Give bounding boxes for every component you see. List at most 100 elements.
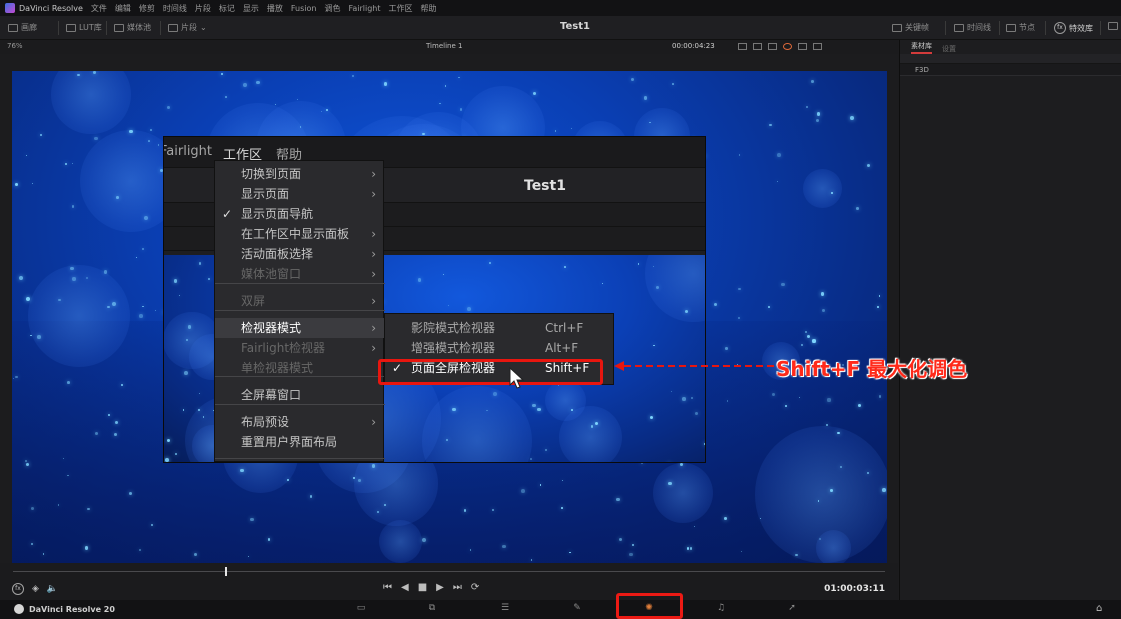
resolve-logo-icon <box>14 604 24 614</box>
menu-timeline[interactable]: 时间线 <box>163 3 187 14</box>
last-frame-icon[interactable]: ⏭ <box>453 582 462 593</box>
zoom-level[interactable]: 76% <box>7 42 23 50</box>
highlight-box <box>378 359 603 385</box>
menu-fairlight[interactable]: Fairlight <box>348 4 380 13</box>
viewer-mode-item[interactable]: 影院模式检视器 Ctrl+F <box>385 318 615 338</box>
chevron-right-icon: › <box>371 167 376 181</box>
menubar: DaVinci Resolve 文件 编辑 修剪 时间线 片段 标记 显示 播放… <box>0 0 1121 16</box>
workspace-menu-item[interactable]: 显示页面 › <box>215 184 385 204</box>
volume-icon[interactable]: 🔈 <box>47 584 58 594</box>
shortcut-label: Ctrl+F <box>545 321 584 335</box>
chevron-right-icon: › <box>371 247 376 261</box>
fx-bypass-icon[interactable]: fx <box>12 583 24 595</box>
chevron-right-icon: › <box>371 415 376 429</box>
lightbox-button[interactable] <box>1108 22 1118 30</box>
fx-icon: fx <box>1054 22 1066 34</box>
workspace-menu: 切换到页面 › 显示页面 › ✓ 显示页面导航 在工作区中显示面板 › 活动面板选择 › 媒体池窗口… <box>214 160 385 462</box>
play-icon[interactable]: ▶ <box>436 582 444 593</box>
layers-icon[interactable]: ◈ <box>32 584 39 594</box>
color-page-highlight <box>616 593 683 619</box>
tab-media-library[interactable]: 素材库 <box>911 41 932 54</box>
workspace-menu-item[interactable]: 切换到页面 › <box>215 164 385 184</box>
menu-trim[interactable]: 修剪 <box>139 3 155 14</box>
chevron-right-icon: › <box>371 341 376 355</box>
effects-button[interactable]: fx 特效库 <box>1054 22 1093 34</box>
toolbar: 画廊 LUT库 媒体池 片段 ⌄ Test1 关键帧 时间线 节点 fx 特效库 <box>0 16 1121 40</box>
viewer-layout-icon[interactable] <box>738 43 747 50</box>
reverse-icon[interactable]: ◀ <box>401 582 409 593</box>
davinci-logo-icon <box>5 3 15 13</box>
menu-help[interactable]: 帮助 <box>421 3 437 14</box>
fairlight-page-icon[interactable]: ♫ <box>714 603 728 615</box>
menu-edit[interactable]: 编辑 <box>115 3 131 14</box>
workspace-menu-item[interactable]: 重置用户界面布局 <box>215 432 385 452</box>
color-picker-icon[interactable] <box>783 43 792 50</box>
first-frame-icon[interactable]: ⏮ <box>383 582 392 593</box>
menu-workspace[interactable]: 工作区 <box>389 3 413 14</box>
deliver-page-icon[interactable]: ➚ <box>785 603 799 615</box>
menu-clip[interactable]: 片段 <box>195 3 211 14</box>
right-panel-tabs: 素材库 设置 <box>900 40 1121 54</box>
record-timecode: 01:00:03:11 <box>824 584 885 594</box>
viewer-header: 76% Timeline 1 00:00:04:23 <box>0 40 898 54</box>
menu-playback[interactable]: 播放 <box>267 3 283 14</box>
brand: DaVinci Resolve 20 <box>14 604 115 614</box>
keyframes-button[interactable]: 关键帧 <box>892 22 929 33</box>
bin-name[interactable]: F3D <box>900 64 1121 76</box>
lightbox-icon <box>1108 22 1118 30</box>
playhead[interactable] <box>225 567 227 576</box>
highlight-icon[interactable] <box>768 43 777 50</box>
chevron-right-icon: › <box>371 321 376 335</box>
menu-color[interactable]: 调色 <box>324 3 340 14</box>
tab-settings[interactable]: 设置 <box>942 44 956 54</box>
workspace-menu-item: 媒体池窗口 › <box>215 264 385 284</box>
menu-fusion[interactable]: Fusion <box>291 4 317 13</box>
keyframes-icon <box>892 23 902 32</box>
timeline-button[interactable]: 时间线 <box>954 22 991 33</box>
workspace-menu-item[interactable]: 在工作区中显示面板 › <box>215 224 385 244</box>
stop-icon[interactable]: ■ <box>418 582 427 593</box>
embedded-project-title: Test1 <box>524 178 566 194</box>
media-page-icon[interactable]: ▭ <box>354 603 368 615</box>
fullscreen-icon[interactable] <box>798 43 807 50</box>
workspace-menu-item[interactable]: 布局预设 › <box>215 412 385 432</box>
chevron-right-icon: › <box>371 267 376 281</box>
embedded-menu-fairlight[interactable]: Fairlight <box>164 144 212 159</box>
chevron-right-icon: › <box>371 227 376 241</box>
workspace-menu-item[interactable]: ✓ 显示页面导航 <box>215 204 385 224</box>
home-icon[interactable]: ⌂ <box>1096 603 1102 614</box>
source-timecode: 00:00:04:23 <box>672 42 715 50</box>
menu-mark[interactable]: 标记 <box>219 3 235 14</box>
shortcut-label: Alt+F <box>545 341 579 355</box>
workspace-menu-item: Fairlight检视器 › <box>215 338 385 358</box>
menu-view[interactable]: 显示 <box>243 3 259 14</box>
workspace-menu-item[interactable]: 活动面板选择 › <box>215 244 385 264</box>
viewer-tools <box>738 43 822 50</box>
timeline-selector[interactable]: Timeline 1 <box>426 42 462 50</box>
page-navigation: DaVinci Resolve 20 ▭ ⧉ ☰ ✎ ✺ ♫ ➚ ⌂ <box>0 600 1121 619</box>
wipe-icon[interactable] <box>753 43 762 50</box>
project-title: Test1 <box>560 21 590 32</box>
app-name: DaVinci Resolve <box>19 3 83 13</box>
workspace-menu-item[interactable]: 全屏幕窗口 <box>215 385 385 405</box>
transport-bar: fx ◈ 🔈 ⏮ ◀ ■ ▶ ⏭ ⟳ 01:00:03:11 <box>0 579 898 600</box>
menu-file[interactable]: 文件 <box>91 3 107 14</box>
fusion-page-icon[interactable]: ✎ <box>570 603 584 615</box>
workspace-menu-item[interactable]: 检视器模式 › <box>215 318 385 338</box>
chevron-right-icon: › <box>371 187 376 201</box>
workspace-menu-item: 单检视器模式 <box>241 361 314 375</box>
cut-page-icon[interactable]: ⧉ <box>425 603 439 615</box>
loop-icon[interactable]: ⟳ <box>471 582 479 593</box>
workspace-menu-item: 双屏 › <box>215 291 385 311</box>
viewer-mode-item[interactable]: 增强模式检视器 Alt+F <box>385 338 615 358</box>
scrubber[interactable] <box>0 563 898 579</box>
playback-controls: ⏮ ◀ ■ ▶ ⏭ ⟳ <box>383 582 479 593</box>
more-options-icon[interactable] <box>813 43 822 50</box>
timeline-icon <box>954 23 964 32</box>
mouse-cursor-icon <box>509 367 525 389</box>
nodes-button[interactable]: 节点 <box>1006 22 1035 33</box>
annotation-arrow <box>614 361 774 371</box>
edit-page-icon[interactable]: ☰ <box>498 603 512 615</box>
right-panel: 素材库 设置 F3D <box>899 40 1121 600</box>
nodes-icon <box>1006 23 1016 32</box>
